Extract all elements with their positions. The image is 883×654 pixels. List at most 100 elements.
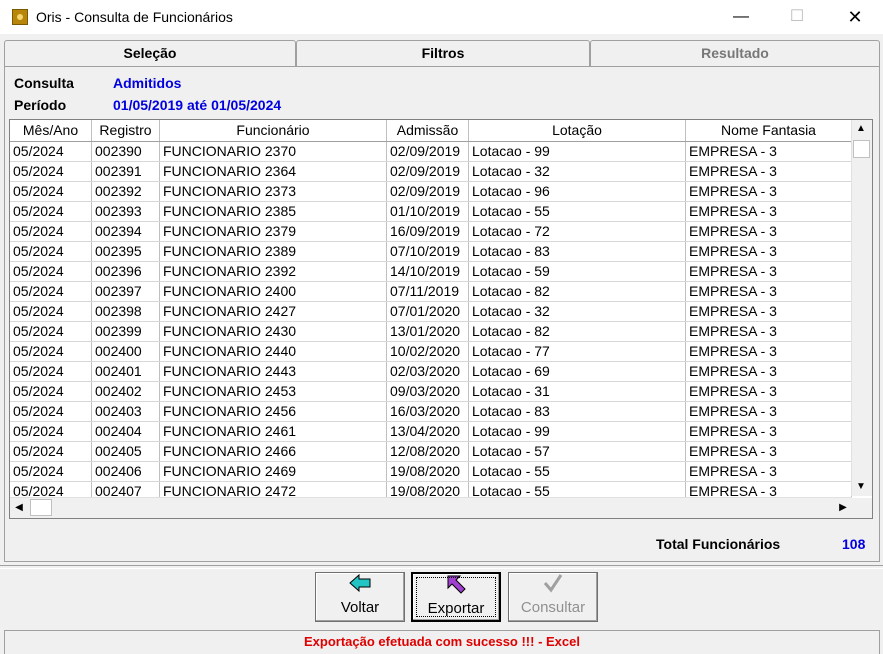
column-header-lotacao[interactable]: Lotação [469, 120, 686, 141]
table-row[interactable]: 05/2024 002394 FUNCIONARIO 2379 16/09/2019 L… [10, 222, 852, 242]
grid-header: Mês/Ano Registro Funcionário Admissão Lo… [10, 120, 852, 142]
table-row[interactable]: 05/2024 002395 FUNCIONARIO 2389 07/10/2019 L… [10, 242, 852, 262]
table-cell: FUNCIONARIO 2453 [160, 382, 387, 401]
table-cell: FUNCIONARIO 2443 [160, 362, 387, 381]
close-button[interactable]: ✕ [832, 0, 878, 34]
minimize-button[interactable]: — [718, 0, 764, 34]
table-cell: Lotacao - 82 [469, 282, 686, 301]
table-cell: 002400 [92, 342, 160, 361]
column-header-funcionario[interactable]: Funcionário [160, 120, 387, 141]
scroll-down-icon[interactable]: ▼ [852, 478, 870, 496]
table-cell: EMPRESA - 3 [686, 342, 852, 361]
table-cell: 02/09/2019 [387, 182, 469, 201]
table-cell: Lotacao - 77 [469, 342, 686, 361]
table-cell: Lotacao - 32 [469, 302, 686, 321]
table-cell: 05/2024 [10, 382, 92, 401]
scroll-left-icon[interactable]: ◀ [10, 499, 28, 517]
maximize-button[interactable]: ☐ [774, 0, 820, 34]
table-cell: FUNCIONARIO 2430 [160, 322, 387, 341]
horizontal-scroll-thumb[interactable] [30, 499, 52, 516]
table-cell: 002406 [92, 462, 160, 481]
table-row[interactable]: 05/2024 002403 FUNCIONARIO 2456 16/03/2020 L… [10, 402, 852, 422]
table-cell: FUNCIONARIO 2370 [160, 142, 387, 161]
column-header-nome-fantasia[interactable]: Nome Fantasia [686, 120, 852, 141]
table-cell: 05/2024 [10, 342, 92, 361]
table-cell: 01/10/2019 [387, 202, 469, 221]
table-cell: Lotacao - 82 [469, 322, 686, 341]
table-row[interactable]: 05/2024 002393 FUNCIONARIO 2385 01/10/2019 L… [10, 202, 852, 222]
table-cell: 05/2024 [10, 282, 92, 301]
table-row[interactable]: 05/2024 002398 FUNCIONARIO 2427 07/01/2020 L… [10, 302, 852, 322]
table-row[interactable]: 05/2024 002406 FUNCIONARIO 2469 19/08/2020 L… [10, 462, 852, 482]
consulta-label: Consulta [14, 75, 74, 91]
tab-filtros[interactable]: Filtros [296, 40, 590, 66]
table-cell: Lotacao - 55 [469, 462, 686, 481]
table-row[interactable]: 05/2024 002404 FUNCIONARIO 2461 13/04/2020 L… [10, 422, 852, 442]
table-cell: Lotacao - 83 [469, 402, 686, 421]
table-cell: 12/08/2020 [387, 442, 469, 461]
total-value: 108 [842, 536, 866, 552]
table-row[interactable]: 05/2024 002396 FUNCIONARIO 2392 14/10/2019 L… [10, 262, 852, 282]
status-bar: Exportação efetuada com sucesso !!! - Ex… [4, 630, 880, 654]
table-cell: Lotacao - 72 [469, 222, 686, 241]
exportar-button[interactable]: Exportar [411, 572, 501, 622]
table-cell: FUNCIONARIO 2400 [160, 282, 387, 301]
tab-resultado[interactable]: Resultado [590, 40, 880, 66]
table-cell: 07/10/2019 [387, 242, 469, 261]
table-row[interactable]: 05/2024 002402 FUNCIONARIO 2453 09/03/2020 L… [10, 382, 852, 402]
column-header-admissao[interactable]: Admissão [387, 120, 469, 141]
app-icon [12, 9, 28, 25]
voltar-button[interactable]: Voltar [315, 572, 405, 622]
window-title: Oris - Consulta de Funcionários [36, 9, 233, 25]
table-cell: EMPRESA - 3 [686, 402, 852, 421]
separator [0, 565, 883, 569]
table-cell: 002401 [92, 362, 160, 381]
table-cell: 05/2024 [10, 462, 92, 481]
consultar-label: Consultar [520, 599, 586, 616]
table-cell: FUNCIONARIO 2389 [160, 242, 387, 261]
table-row[interactable]: 05/2024 002399 FUNCIONARIO 2430 13/01/2020 L… [10, 322, 852, 342]
table-cell: FUNCIONARIO 2379 [160, 222, 387, 241]
table-cell: 05/2024 [10, 242, 92, 261]
consultar-button[interactable]: Consultar [508, 572, 598, 622]
table-row[interactable]: 05/2024 002397 FUNCIONARIO 2400 07/11/2019 L… [10, 282, 852, 302]
column-header-registro[interactable]: Registro [92, 120, 160, 141]
table-row[interactable]: 05/2024 002400 FUNCIONARIO 2440 10/02/2020 L… [10, 342, 852, 362]
table-row[interactable]: 05/2024 002390 FUNCIONARIO 2370 02/09/2019 L… [10, 142, 852, 162]
table-cell: FUNCIONARIO 2364 [160, 162, 387, 181]
scroll-up-icon[interactable]: ▲ [852, 120, 870, 138]
table-row[interactable]: 05/2024 002405 FUNCIONARIO 2466 12/08/2020 L… [10, 442, 852, 462]
table-cell: EMPRESA - 3 [686, 422, 852, 441]
table-cell: 19/08/2020 [387, 462, 469, 481]
table-cell: EMPRESA - 3 [686, 442, 852, 461]
table-cell: 002393 [92, 202, 160, 221]
table-cell: 07/11/2019 [387, 282, 469, 301]
table-cell: 02/09/2019 [387, 142, 469, 161]
horizontal-scrollbar[interactable]: ◀ ▶ [10, 497, 852, 518]
column-header-mes-ano[interactable]: Mês/Ano [10, 120, 92, 141]
scroll-right-icon[interactable]: ▶ [834, 499, 852, 517]
table-cell: FUNCIONARIO 2466 [160, 442, 387, 461]
table-row[interactable]: 05/2024 002391 FUNCIONARIO 2364 02/09/2019 L… [10, 162, 852, 182]
table-cell: Lotacao - 32 [469, 162, 686, 181]
periodo-value: 01/05/2019 até 01/05/2024 [113, 97, 282, 113]
table-cell: 05/2024 [10, 322, 92, 341]
table-row[interactable]: 05/2024 002392 FUNCIONARIO 2373 02/09/2019 L… [10, 182, 852, 202]
table-row[interactable]: 05/2024 002401 FUNCIONARIO 2443 02/03/2020 L… [10, 362, 852, 382]
table-cell: 09/03/2020 [387, 382, 469, 401]
table-cell: FUNCIONARIO 2456 [160, 402, 387, 421]
results-grid[interactable]: Mês/Ano Registro Funcionário Admissão Lo… [9, 119, 873, 519]
table-cell: EMPRESA - 3 [686, 302, 852, 321]
vertical-scrollbar[interactable]: ▲ ▼ [851, 120, 872, 496]
vertical-scroll-thumb[interactable] [853, 140, 870, 158]
table-cell: 05/2024 [10, 262, 92, 281]
consulta-value: Admitidos [113, 75, 182, 91]
table-cell: 02/09/2019 [387, 162, 469, 181]
tab-selecao[interactable]: Seleção [4, 40, 296, 66]
table-cell: Lotacao - 31 [469, 382, 686, 401]
table-cell: 002396 [92, 262, 160, 281]
table-cell: EMPRESA - 3 [686, 142, 852, 161]
table-cell: 002395 [92, 242, 160, 261]
table-cell: 002404 [92, 422, 160, 441]
table-cell: 07/01/2020 [387, 302, 469, 321]
